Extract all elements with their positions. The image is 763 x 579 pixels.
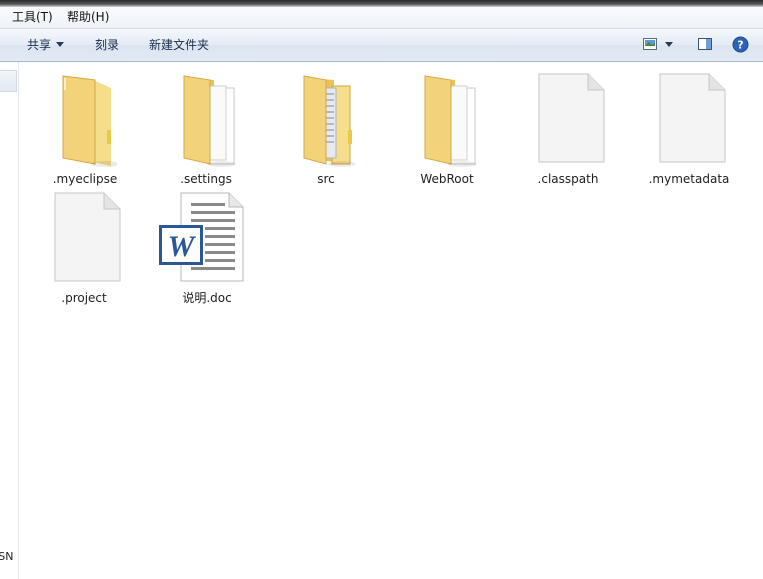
- folder-icon: [62, 75, 117, 167]
- view-menu-chevron-down-icon[interactable]: [664, 38, 674, 52]
- nav-clipped-label[interactable]: ISN: [0, 550, 13, 563]
- view-options-icon[interactable]: [642, 36, 658, 55]
- folder-with-documents-icon: [183, 75, 236, 167]
- preview-pane-icon[interactable]: [697, 36, 713, 55]
- file-name: WebRoot: [420, 172, 474, 186]
- file-item[interactable]: WebRoot: [397, 68, 497, 186]
- svg-text:W: W: [168, 230, 197, 263]
- help-icon[interactable]: ?: [732, 36, 749, 56]
- file-item[interactable]: .project: [34, 187, 134, 305]
- file-item[interactable]: .myeclipse: [35, 68, 135, 186]
- menu-tools[interactable]: 工具(T): [12, 10, 53, 25]
- file-item[interactable]: .mymetadata: [639, 68, 739, 186]
- file-item[interactable]: src: [276, 68, 376, 186]
- file-name: .mymetadata: [648, 172, 730, 186]
- file-name: src: [317, 172, 335, 186]
- chevron-down-icon: [56, 42, 65, 47]
- blank-file-icon: [54, 192, 121, 282]
- word-document-icon: W: [159, 192, 244, 282]
- folder-with-files-icon: [303, 75, 356, 167]
- file-name: .classpath: [537, 172, 599, 186]
- file-item[interactable]: .settings: [156, 68, 256, 186]
- file-name: .settings: [180, 172, 232, 186]
- folder-with-documents-icon: [424, 75, 477, 167]
- menu-help[interactable]: 帮助(H): [67, 10, 109, 25]
- menu-bar: 工具(T) 帮助(H): [0, 7, 763, 29]
- file-list-pane[interactable]: .myeclipse .settings src WebRoot .classp…: [19, 62, 763, 579]
- file-name: 说明.doc: [182, 291, 232, 305]
- command-bar: 共享 刻录 新建文件夹 ?: [0, 29, 763, 62]
- file-name: .myeclipse: [52, 172, 118, 186]
- blank-file-icon: [538, 73, 605, 163]
- share-button[interactable]: 共享: [27, 36, 65, 54]
- file-item[interactable]: .classpath: [518, 68, 618, 186]
- nav-selected-item[interactable]: [0, 70, 17, 92]
- svg-text:?: ?: [737, 39, 743, 52]
- file-name: .project: [61, 291, 107, 305]
- new-folder-button[interactable]: 新建文件夹: [149, 36, 209, 54]
- blank-file-icon: [659, 73, 726, 163]
- share-button-label: 共享: [27, 38, 52, 52]
- file-item[interactable]: W 说明.doc: [157, 187, 257, 305]
- burn-button[interactable]: 刻录: [95, 36, 119, 54]
- navigation-pane[interactable]: ISN: [0, 62, 19, 579]
- window-title-strip: [0, 0, 763, 7]
